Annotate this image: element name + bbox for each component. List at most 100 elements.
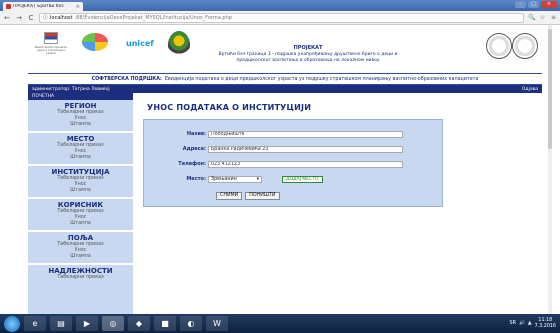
start-button[interactable] — [4, 315, 20, 332]
menu-divider — [28, 164, 133, 166]
project-desc-line-2: предшколског васпитања и образовања на л… — [236, 58, 380, 63]
address-bar: ← → C ⓘ localhost:88/EvidencijaDeceProje… — [0, 11, 560, 25]
taskbar-explorer-icon[interactable]: ▤ — [50, 316, 72, 331]
logout-link[interactable]: Одјава — [522, 87, 538, 92]
current-user: администратор: Татјана Ловиќој — [32, 86, 110, 92]
menu-section-fields: ПОЉА Табеларни приказ Унос Штампа — [28, 234, 133, 260]
save-button[interactable]: СНИМИ — [216, 192, 243, 200]
website: Министарство просвете, науке и технолошк… — [28, 25, 542, 314]
menu-icon[interactable]: ≡ — [550, 14, 557, 21]
dropdown-arrow-icon: ▾ — [256, 176, 259, 182]
taskbar-app-icon[interactable]: ■ — [154, 316, 176, 331]
volume-icon[interactable]: 🔊 — [519, 321, 525, 326]
unicef-logo: unicef — [126, 39, 154, 48]
menu-head-fields[interactable]: ПОЉА — [28, 234, 133, 242]
project-description: Вртићи без граница 3 - подршка унапређив… — [208, 52, 408, 64]
menu-link-print[interactable]: Штампа — [28, 155, 133, 161]
close-window-button[interactable]: × — [541, 1, 557, 8]
taskbar-chrome-icon[interactable]: ◎ — [102, 316, 124, 331]
phone-input[interactable] — [208, 160, 403, 168]
user-bar: администратор: Татјана Ловиќој Одјава — [28, 85, 542, 93]
minimize-button[interactable]: – — [515, 1, 526, 8]
form-buttons: СНИМИ ПОНИШТИ — [216, 192, 280, 200]
menu-head-institution[interactable]: ИНСТИТУЦИЈА — [28, 168, 133, 176]
zoom-icon[interactable]: 🔍 — [528, 14, 535, 21]
sidebar: ПОЧЕТНА РЕГИОН Табеларни приказ Унос Шта… — [28, 93, 133, 314]
main-content: УНОС ПОДАТАКА О ИНСТИТУЦИЈИ Назив: Адрес… — [133, 93, 542, 314]
menu-head-place[interactable]: МЕСТО — [28, 135, 133, 143]
url-input[interactable]: ⓘ localhost:88/EvidencijaDeceProjekat_MY… — [39, 12, 524, 23]
place-select[interactable]: Зрењанин ▾ — [208, 175, 262, 183]
menu-divider — [28, 263, 133, 265]
system-tray: SR 🔊 ▲ 11:18 7.3.2016 — [510, 318, 560, 330]
taskbar-app-icon[interactable]: ◐ — [180, 316, 202, 331]
flag-icon — [44, 32, 58, 44]
place-label: Место: — [186, 176, 206, 182]
taskbar-word-icon[interactable]: W — [206, 316, 228, 331]
clock[interactable]: 11:18 7.3.2016 — [535, 318, 556, 330]
menu-section-institution: ИНСТИТУЦИЈА Табеларни приказ Унос Штампа — [28, 168, 133, 194]
ministry-text: Министарство просвете, науке и технолошк… — [34, 46, 68, 55]
browser-titlebar: ПРОЈЕКАТ Бритви без × – □ × — [0, 0, 560, 11]
menu-link-print[interactable]: Штампа — [28, 221, 133, 227]
taskbar-media-icon[interactable]: ▶ — [76, 316, 98, 331]
child-logo — [168, 31, 190, 59]
browser-tab[interactable]: ПРОЈЕКАТ Бритви без × — [3, 2, 83, 11]
site-banner: Министарство просвете, науке и технолошк… — [28, 25, 542, 73]
taskbar-ie-icon[interactable]: e — [24, 316, 46, 331]
favicon-icon — [6, 4, 11, 9]
window-controls: – □ × — [515, 1, 557, 8]
reload-button[interactable]: C — [27, 14, 35, 22]
phone-row: Телефон: — [144, 160, 444, 168]
menu-head-region[interactable]: РЕГИОН — [28, 102, 133, 110]
menu-link-print[interactable]: Штампа — [28, 254, 133, 260]
menu-link-table[interactable]: Табеларни приказ — [28, 275, 133, 281]
name-row: Назив: — [144, 130, 444, 138]
address-label: Адреса: — [182, 146, 206, 152]
back-button[interactable]: ← — [3, 14, 11, 22]
ministry-logo: Министарство просвете, науке и технолошк… — [33, 30, 69, 66]
sidebar-home-link[interactable]: ПОЧЕТНА — [28, 93, 133, 100]
taskbar-app-icon[interactable]: ◆ — [128, 316, 150, 331]
university-seal — [512, 33, 538, 59]
place-row: Место: Зрењанин ▾ ДОДАЈ МЕСТО — [144, 175, 444, 183]
subtitle-label: СОФТВЕРСКА ПОДРШКА: — [91, 76, 162, 82]
menu-link-print[interactable]: Штампа — [28, 122, 133, 128]
kindergarten-logo — [74, 31, 114, 61]
project-title: ПРОЈЕКАТ — [293, 45, 323, 51]
address-row: Адреса: — [144, 145, 444, 153]
name-input[interactable] — [208, 130, 403, 138]
menu-section-region: РЕГИОН Табеларни приказ Унос Штампа — [28, 102, 133, 128]
language-indicator[interactable]: SR — [510, 321, 516, 326]
rainbow-blob-icon — [82, 33, 108, 51]
reset-button[interactable]: ПОНИШТИ — [245, 192, 280, 200]
menu-head-permissions[interactable]: НАДЛЕЖНОСТИ — [28, 267, 133, 275]
menu-section-permissions: НАДЛЕЖНОСТИ Табеларни приказ — [28, 267, 133, 281]
address-input[interactable] — [208, 145, 403, 153]
menu-head-user[interactable]: КОРИСНИК — [28, 201, 133, 209]
menu-divider — [28, 230, 133, 232]
page-viewport: Министарство просвете, науке и технолошк… — [0, 25, 560, 314]
institution-form: Назив: Адреса: Телефон: Место: Зрењанин … — [143, 119, 443, 207]
network-icon[interactable]: ▲ — [528, 321, 532, 326]
software-subtitle: СОФТВЕРСКА ПОДРШКА: Евиденција података … — [28, 73, 542, 85]
menu-link-print[interactable]: Штампа — [28, 188, 133, 194]
coat-of-arms-seal — [486, 33, 512, 59]
name-label: Назив: — [186, 131, 206, 137]
vertical-scrollbar[interactable] — [548, 25, 552, 314]
menu-section-user: КОРИСНИК Табеларни приказ Унос Штампа — [28, 201, 133, 227]
add-place-button[interactable]: ДОДАЈ МЕСТО — [282, 175, 323, 183]
clock-date: 7.3.2016 — [534, 323, 556, 329]
tab-title: ПРОЈЕКАТ Бритви без — [13, 4, 64, 9]
page-title: УНОС ПОДАТАКА О ИНСТИТУЦИЈИ — [147, 103, 312, 112]
place-select-value: Зрењанин — [211, 176, 237, 182]
url-path: :88/EvidencijaDeceProjekat_MY5QL/Institu… — [74, 14, 232, 21]
menu-section-place: МЕСТО Табеларни приказ Унос Штампа — [28, 135, 133, 161]
tab-close-icon[interactable]: × — [76, 4, 80, 10]
windows-taskbar: e ▤ ▶ ◎ ◆ ■ ◐ W SR 🔊 ▲ 11:18 7.3.2016 — [0, 314, 560, 333]
maximize-button[interactable]: □ — [528, 1, 539, 8]
bookmark-star-icon[interactable]: ☆ — [539, 14, 546, 21]
forward-button[interactable]: → — [15, 14, 23, 22]
scrollbar-thumb[interactable] — [548, 29, 552, 149]
url-host: localhost — [50, 14, 73, 21]
